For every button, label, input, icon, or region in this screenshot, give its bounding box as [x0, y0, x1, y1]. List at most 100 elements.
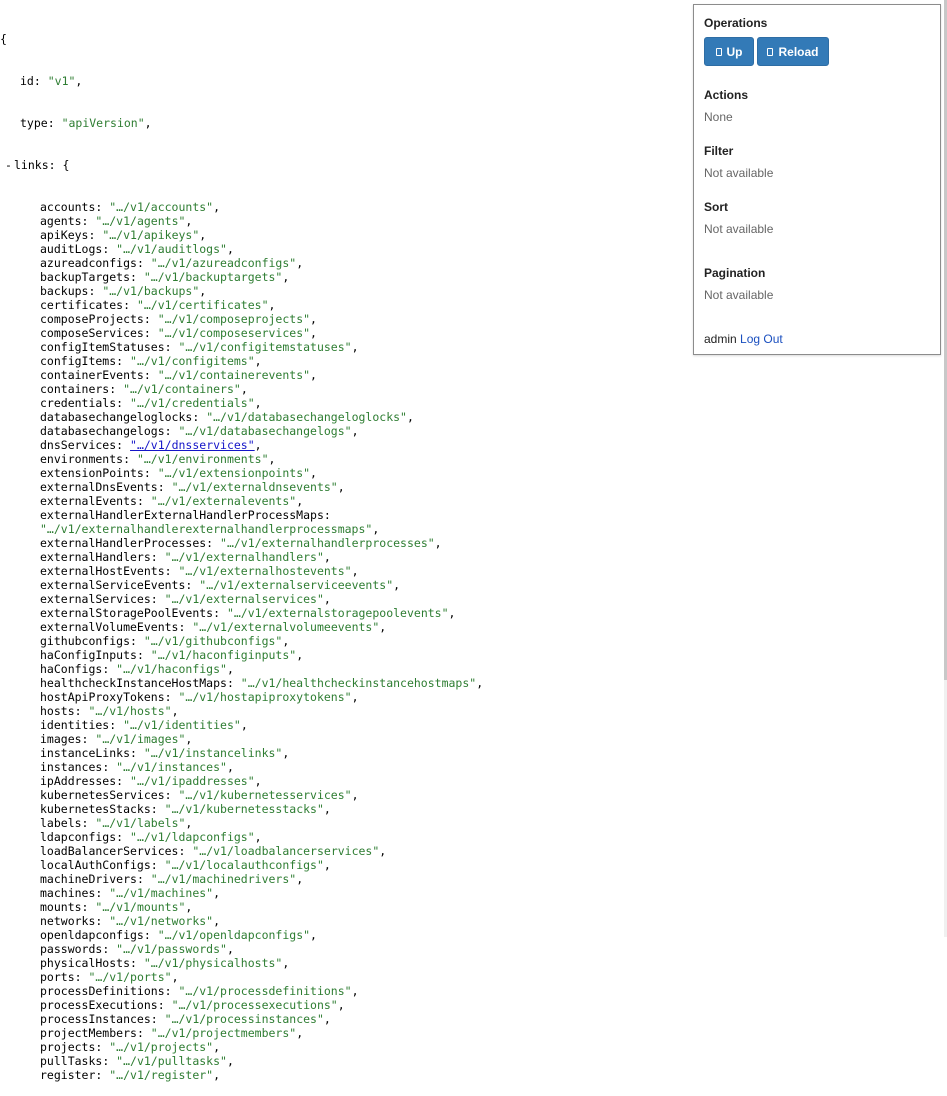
link-value[interactable]: "…/v1/healthcheckinstancehostmaps"	[241, 676, 476, 690]
json-key: pullTasks	[40, 1054, 103, 1068]
logout-link[interactable]: Log Out	[740, 332, 783, 346]
json-row-link: configItems: "…/v1/configitems",	[40, 354, 262, 368]
json-key: databasechangelogs	[40, 424, 165, 438]
json-key: externalHandlers	[40, 550, 151, 564]
json-key: composeServices	[40, 326, 144, 340]
json-key: type	[20, 116, 48, 130]
link-value[interactable]: "…/v1/localauthconfigs"	[165, 858, 324, 872]
link-value[interactable]: "…/v1/kubernetesstacks"	[165, 802, 324, 816]
link-value[interactable]: "…/v1/loadbalancerservices"	[192, 844, 379, 858]
link-value[interactable]: "…/v1/instances"	[116, 760, 227, 774]
link-value[interactable]: "…/v1/externalevents"	[151, 494, 296, 508]
link-value[interactable]: "…/v1/haconfigs"	[116, 662, 227, 676]
link-value[interactable]: "…/v1/processdefinitions"	[178, 984, 351, 998]
sort-value: Not available	[704, 222, 774, 236]
link-value[interactable]: "…/v1/externalhandlerexternalhandlerproc…	[40, 522, 372, 536]
link-value[interactable]: "…/v1/containerevents"	[158, 368, 310, 382]
link-value[interactable]: "…/v1/backups"	[102, 284, 199, 298]
link-value[interactable]: "…/v1/dnsservices"	[130, 438, 255, 452]
json-row-link: networks: "…/v1/networks",	[40, 914, 221, 928]
link-value[interactable]: "…/v1/databasechangelogs"	[178, 424, 351, 438]
link-value[interactable]: "…/v1/externalhandlerprocesses"	[220, 536, 435, 550]
link-value[interactable]: "…/v1/externaldnsevents"	[172, 480, 338, 494]
link-value[interactable]: "…/v1/auditlogs"	[116, 242, 227, 256]
json-row-link: openldapconfigs: "…/v1/openldapconfigs",	[40, 928, 317, 942]
json-key: githubconfigs	[40, 634, 131, 648]
json-row-links: - links: {	[5, 158, 70, 172]
json-row-link: instanceLinks: "…/v1/instancelinks",	[40, 746, 290, 760]
link-value[interactable]: "…/v1/images"	[95, 732, 185, 746]
json-row-link: agents: "…/v1/agents",	[40, 214, 193, 228]
reload-button[interactable]: Reload	[757, 37, 829, 66]
link-value[interactable]: "…/v1/machines"	[109, 886, 213, 900]
json-row-link: mounts: "…/v1/mounts",	[40, 900, 193, 914]
link-value[interactable]: "…/v1/haconfiginputs"	[151, 648, 296, 662]
json-row-link: certificates: "…/v1/certificates",	[40, 298, 276, 312]
link-value[interactable]: "…/v1/identities"	[123, 718, 241, 732]
json-key: images	[40, 732, 82, 746]
up-button[interactable]: Up	[704, 37, 754, 66]
link-value[interactable]: "…/v1/processinstances"	[165, 1012, 324, 1026]
link-value[interactable]: "…/v1/configitemstatuses"	[178, 340, 351, 354]
link-value[interactable]: "…/v1/ipaddresses"	[130, 774, 255, 788]
link-value[interactable]: "…/v1/hostapiproxytokens"	[178, 690, 351, 704]
json-key: ldapconfigs	[40, 830, 117, 844]
link-value[interactable]: "…/v1/backuptargets"	[144, 270, 282, 284]
link-value[interactable]: "…/v1/externalservices"	[165, 592, 324, 606]
json-row-link: externalHostEvents: "…/v1/externalhostev…	[40, 564, 359, 578]
link-value[interactable]: "…/v1/labels"	[95, 816, 185, 830]
json-key: externalEvents	[40, 494, 137, 508]
link-value[interactable]: "…/v1/databasechangeloglocks"	[206, 410, 407, 424]
link-value[interactable]: "…/v1/machinedrivers"	[151, 872, 296, 886]
link-value[interactable]: "…/v1/composeservices"	[158, 326, 310, 340]
link-value[interactable]: "…/v1/projectmembers"	[151, 1026, 296, 1040]
link-value[interactable]: "…/v1/agents"	[95, 214, 185, 228]
link-value[interactable]: "…/v1/register"	[109, 1068, 213, 1082]
json-key: register	[40, 1068, 96, 1082]
json-row-link: databasechangelogs: "…/v1/databasechange…	[40, 424, 359, 438]
link-value[interactable]: "…/v1/apikeys"	[102, 228, 199, 242]
json-row-link-wrap: "…/v1/externalhandlerexternalhandlerproc…	[40, 522, 380, 536]
link-value[interactable]: "…/v1/pulltasks"	[116, 1054, 227, 1068]
link-value[interactable]: "…/v1/externalhandlers"	[165, 550, 324, 564]
link-value[interactable]: "…/v1/accounts"	[109, 200, 213, 214]
json-key: machines	[40, 886, 96, 900]
link-value[interactable]: "…/v1/containers"	[123, 382, 241, 396]
json-key: configItemStatuses	[40, 340, 165, 354]
json-row-link: externalStoragePoolEvents: "…/v1/externa…	[40, 606, 456, 620]
link-value[interactable]: "…/v1/extensionpoints"	[158, 466, 310, 480]
link-value[interactable]: "…/v1/ports"	[88, 970, 171, 984]
link-value[interactable]: "…/v1/environments"	[137, 452, 269, 466]
link-value[interactable]: "…/v1/externalstoragepoolevents"	[227, 606, 449, 620]
link-value[interactable]: "…/v1/openldapconfigs"	[158, 928, 310, 942]
link-value[interactable]: "…/v1/ldapconfigs"	[130, 830, 255, 844]
link-value[interactable]: "…/v1/githubconfigs"	[144, 634, 282, 648]
link-value[interactable]: "…/v1/projects"	[109, 1040, 213, 1054]
json-row-link: auditLogs: "…/v1/auditlogs",	[40, 242, 234, 256]
link-value[interactable]: "…/v1/composeprojects"	[158, 312, 310, 326]
json-key: haConfigInputs	[40, 648, 137, 662]
link-value[interactable]: "…/v1/azureadconfigs"	[151, 256, 296, 270]
link-value[interactable]: "…/v1/kubernetesservices"	[178, 788, 351, 802]
link-value[interactable]: "…/v1/passwords"	[116, 942, 227, 956]
link-value[interactable]: "…/v1/physicalhosts"	[144, 956, 282, 970]
link-value[interactable]: "…/v1/networks"	[109, 914, 213, 928]
json-row-link: dnsServices: "…/v1/dnsservices",	[40, 438, 262, 452]
collapse-toggle[interactable]: -	[5, 158, 12, 172]
json-key: backupTargets	[40, 270, 131, 284]
json-key: composeProjects	[40, 312, 144, 326]
link-value[interactable]: "…/v1/mounts"	[95, 900, 185, 914]
link-value[interactable]: "…/v1/configitems"	[130, 354, 255, 368]
link-value[interactable]: "…/v1/externalvolumeevents"	[192, 620, 379, 634]
link-value[interactable]: "…/v1/credentials"	[130, 396, 255, 410]
json-row-link: apiKeys: "…/v1/apikeys",	[40, 228, 207, 242]
json-row-link: processInstances: "…/v1/processinstances…	[40, 1012, 331, 1026]
link-value[interactable]: "…/v1/instancelinks"	[144, 746, 282, 760]
link-value[interactable]: "…/v1/hosts"	[88, 704, 171, 718]
json-key: identities	[40, 718, 110, 732]
link-value[interactable]: "…/v1/certificates"	[137, 298, 269, 312]
json-row-link: ldapconfigs: "…/v1/ldapconfigs",	[40, 830, 262, 844]
link-value[interactable]: "…/v1/processexecutions"	[172, 998, 338, 1012]
link-value[interactable]: "…/v1/externalhostevents"	[178, 564, 351, 578]
link-value[interactable]: "…/v1/externalserviceevents"	[199, 578, 393, 592]
